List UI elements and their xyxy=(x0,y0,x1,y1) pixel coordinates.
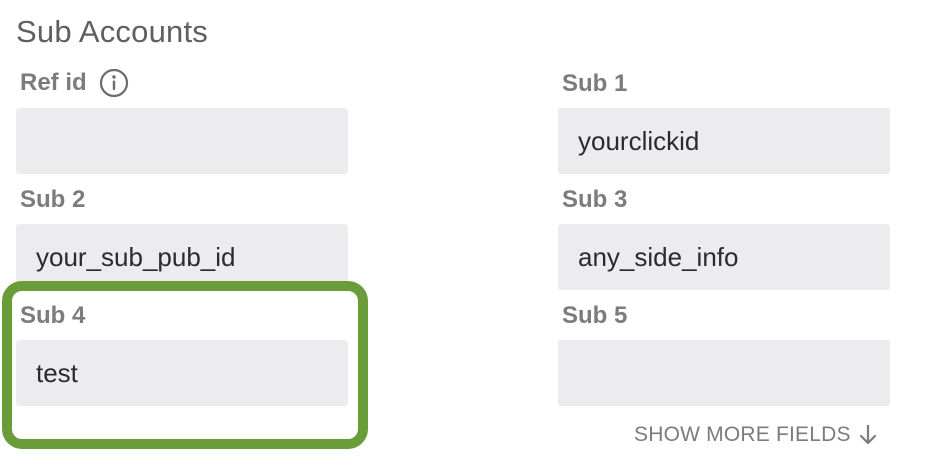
ref-id-input[interactable] xyxy=(16,108,348,174)
sub4-label: Sub 4 xyxy=(20,302,86,329)
ref-id-label: Ref id xyxy=(20,68,129,98)
sub3-label: Sub 3 xyxy=(562,186,628,213)
sub-accounts-panel: Sub Accounts Ref id Sub 1 Sub 2 Sub 3 Su… xyxy=(0,0,928,472)
ref-id-label-text: Ref id xyxy=(20,69,87,96)
show-more-label: SHOW MORE FIELDS xyxy=(634,423,851,446)
sub2-label: Sub 2 xyxy=(20,186,86,213)
sub1-label: Sub 1 xyxy=(562,70,628,97)
sub1-input[interactable] xyxy=(558,108,890,174)
info-icon[interactable] xyxy=(99,68,129,98)
show-more-fields-button[interactable]: SHOW MORE FIELDS xyxy=(634,423,879,447)
sub5-label: Sub 5 xyxy=(562,302,628,329)
sub2-input[interactable] xyxy=(16,224,348,290)
sub5-input[interactable] xyxy=(558,340,890,406)
sub3-input[interactable] xyxy=(558,224,890,290)
sub4-input[interactable] xyxy=(16,340,348,406)
arrow-down-icon xyxy=(857,424,879,446)
section-title: Sub Accounts xyxy=(16,14,208,49)
